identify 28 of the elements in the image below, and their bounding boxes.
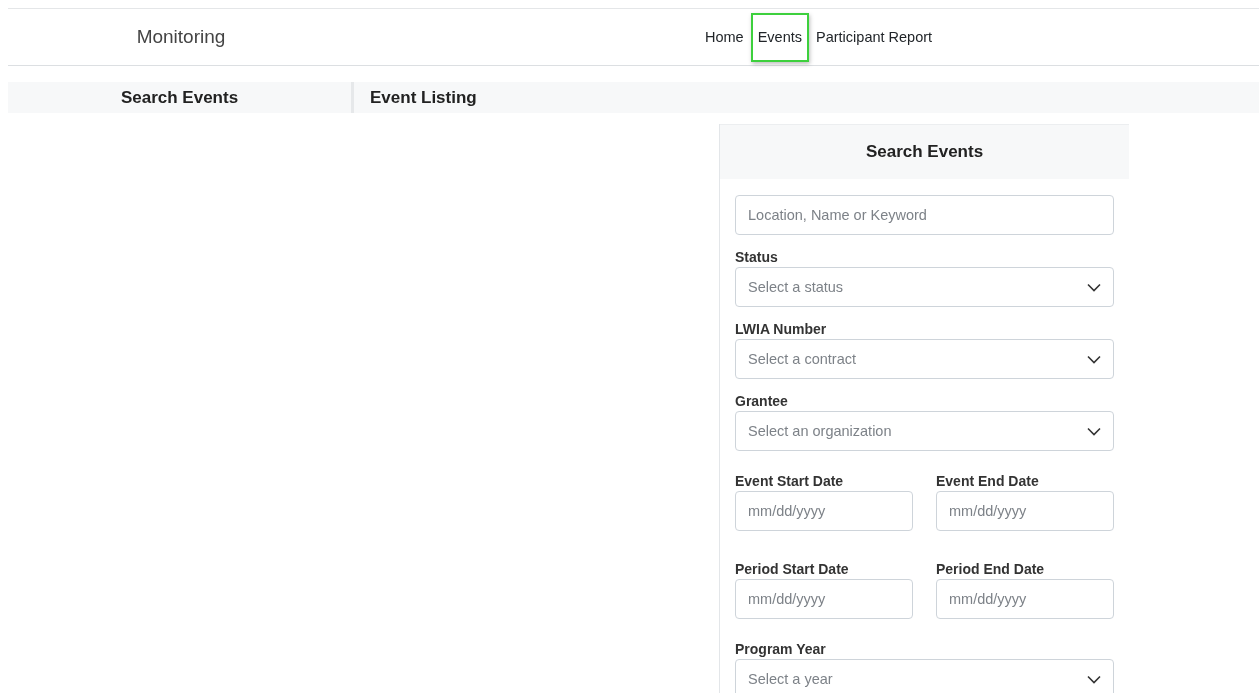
- field-label: Period End Date: [936, 560, 1046, 579]
- field-label: Period Start Date: [735, 560, 850, 579]
- field-label: LWIA Number: [735, 320, 828, 339]
- nav-link[interactable]: Participant Report: [809, 12, 940, 62]
- chevron-down-icon: [1087, 282, 1101, 292]
- nav-link[interactable]: Events: [750, 12, 810, 62]
- field-label: Status: [735, 248, 779, 267]
- nav-link[interactable]: Home: [698, 12, 751, 62]
- field-label: Event End Date: [936, 472, 1040, 491]
- section-heading: Search Events: [120, 88, 239, 109]
- keyword-field[interactable]: Location, Name or Keyword: [735, 195, 1114, 235]
- field-label: Event Start Date: [735, 472, 845, 491]
- field-label: Grantee: [735, 392, 789, 411]
- section-heading: Event Listing: [370, 88, 477, 109]
- brand-title: Monitoring: [136, 26, 226, 48]
- select-field[interactable]: Select a contract: [735, 339, 1114, 379]
- date-field[interactable]: mm/dd/yyyy: [735, 579, 913, 619]
- date-field[interactable]: mm/dd/yyyy: [735, 491, 913, 531]
- date-field[interactable]: mm/dd/yyyy: [936, 491, 1114, 531]
- date-field[interactable]: mm/dd/yyyy: [936, 579, 1114, 619]
- chevron-down-icon: [1087, 674, 1101, 684]
- select-field[interactable]: Select a year: [735, 659, 1114, 693]
- select-field[interactable]: Select a status: [735, 267, 1114, 307]
- field-label: Program Year: [735, 640, 827, 659]
- select-field[interactable]: Select an organization: [735, 411, 1114, 451]
- chevron-down-icon: [1087, 354, 1101, 364]
- chevron-down-icon: [1087, 426, 1101, 436]
- panel-title: Search Events: [865, 142, 984, 162]
